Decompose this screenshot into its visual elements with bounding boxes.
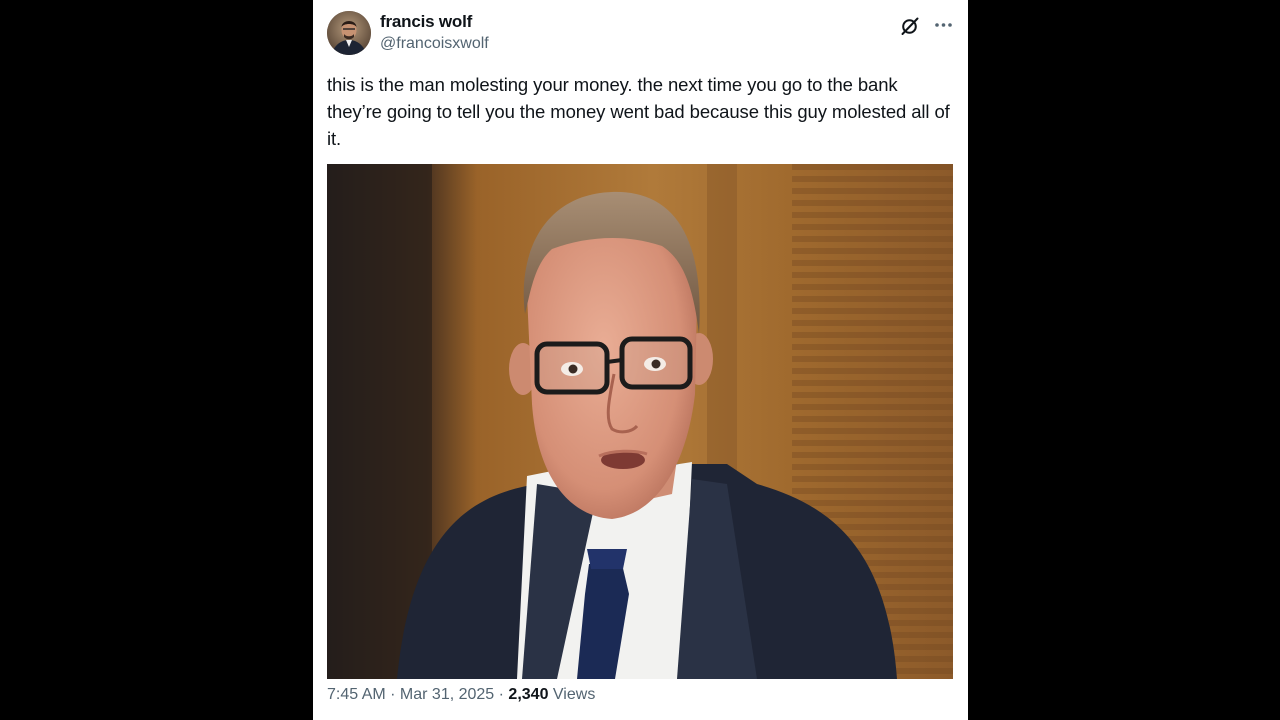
- avatar[interactable]: [327, 11, 371, 55]
- photo-portrait-man-in-suit: [327, 164, 953, 679]
- tweet-media-photo[interactable]: [327, 164, 953, 679]
- tweet-card: francis wolf @francoisxwolf this is the …: [313, 0, 968, 720]
- tweet-meta: 7:45 AM · Mar 31, 2025 · 2,340 Views: [327, 686, 595, 704]
- tweet-date[interactable]: Mar 31, 2025: [400, 686, 494, 703]
- more-dots-icon[interactable]: [932, 12, 956, 36]
- meta-separator: ·: [494, 686, 509, 703]
- views-label: Views: [552, 686, 596, 703]
- meta-separator: ·: [385, 686, 400, 703]
- author-display-name[interactable]: francis wolf: [380, 12, 472, 32]
- views-count[interactable]: 2,340: [508, 686, 548, 703]
- grok-slash-circle-icon[interactable]: [898, 14, 922, 38]
- tweet-time[interactable]: 7:45 AM: [327, 686, 386, 703]
- tweet-text: this is the man molesting your money. th…: [327, 74, 950, 149]
- avatar-image: [327, 11, 371, 55]
- video-frame: francis wolf @francoisxwolf this is the …: [0, 0, 1280, 720]
- author-handle[interactable]: @francoisxwolf: [380, 35, 489, 53]
